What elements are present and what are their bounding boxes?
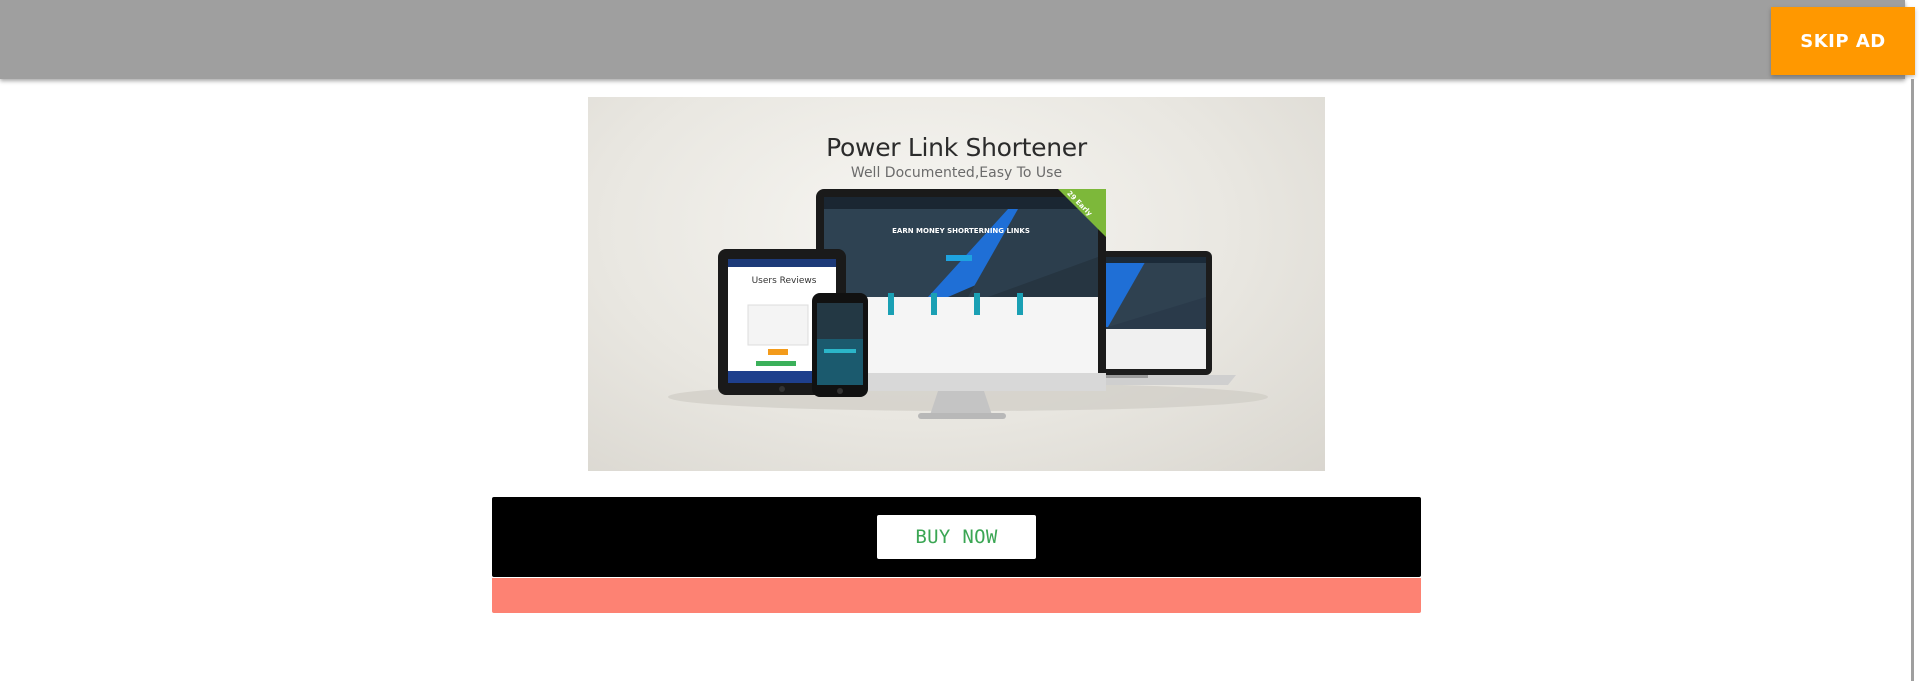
- cta-footer-strip: [492, 578, 1421, 613]
- ad-banner-image[interactable]: Power Link Shortener Well Documented,Eas…: [588, 97, 1325, 471]
- phone-mockup: [812, 293, 868, 397]
- right-edge-rule: [1911, 79, 1914, 681]
- device-mockup-illustration: EARN MONEY SHORTERNING LINKS 29 Early Us…: [668, 189, 1268, 419]
- skip-ad-button[interactable]: SKIP AD: [1771, 7, 1915, 75]
- cta-panel: BUY NOW: [492, 497, 1421, 577]
- tablet-heading: Users Reviews: [752, 276, 817, 286]
- top-bar: [0, 0, 1905, 79]
- buy-now-button[interactable]: BUY NOW: [877, 515, 1036, 559]
- monitor-headline: EARN MONEY SHORTERNING LINKS: [892, 227, 1030, 235]
